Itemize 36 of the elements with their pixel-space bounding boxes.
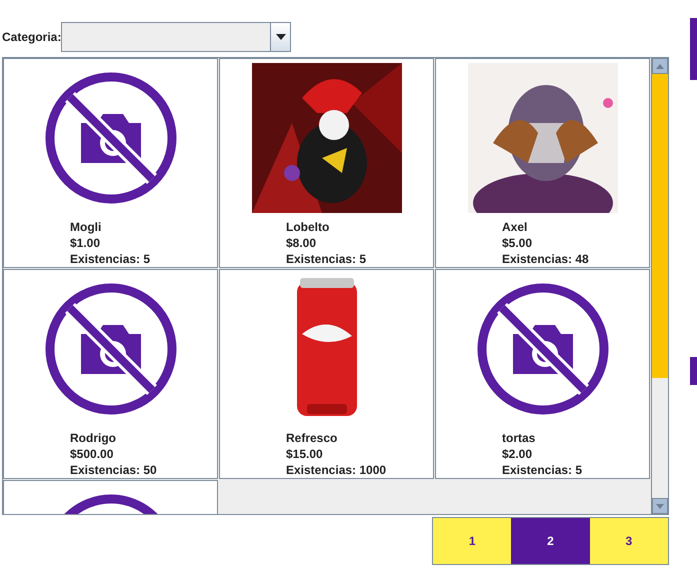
down-arrow-icon xyxy=(656,504,664,508)
product-stock: Existencias: 5 xyxy=(286,251,366,267)
product-price: $2.00 xyxy=(502,446,532,462)
page-button[interactable]: 3 xyxy=(590,518,668,564)
category-label: Categoria: xyxy=(2,28,62,46)
product-price: $500.00 xyxy=(70,446,114,462)
page-button[interactable]: 1 xyxy=(433,518,512,564)
product-card[interactable]: Axel $5.00 Existencias: 48 xyxy=(435,58,650,268)
product-name: Lobelto xyxy=(286,219,330,235)
product-name: Mogli xyxy=(70,219,102,235)
product-card[interactable]: Mogli $1.00 Existencias: 5 xyxy=(3,58,218,268)
up-arrow-icon xyxy=(656,64,664,68)
page-button[interactable]: 2 xyxy=(511,518,590,564)
product-card[interactable]: Refresco $15.00 Existencias: 1000 xyxy=(219,269,434,479)
product-card[interactable]: Lobelto $8.00 Existencias: 5 xyxy=(219,58,434,268)
scrollbar[interactable] xyxy=(651,58,668,514)
category-dropdown[interactable] xyxy=(61,22,292,52)
caret-icon xyxy=(276,34,286,40)
product-price: $1.00 xyxy=(70,235,100,251)
scroll-up-button[interactable] xyxy=(652,58,668,74)
scroll-thumb[interactable] xyxy=(652,74,668,378)
product-price: $8.00 xyxy=(286,235,316,251)
product-stock: Existencias: 1000 xyxy=(286,462,386,478)
product-card[interactable]: Rodrigo $500.00 Existencias: 50 xyxy=(3,269,218,479)
product-card[interactable]: tortas $2.00 Existencias: 5 xyxy=(435,269,650,479)
product-stock: Existencias: 50 xyxy=(70,462,157,478)
product-stock: Existencias: 5 xyxy=(70,251,150,267)
product-name: tortas xyxy=(502,430,536,446)
product-price: $5.00 xyxy=(502,235,532,251)
product-name: Rodrigo xyxy=(70,430,116,446)
product-stock: Existencias: 5 xyxy=(502,462,582,478)
scroll-down-button[interactable] xyxy=(652,498,668,514)
product-price: $15.00 xyxy=(286,446,323,462)
product-name: Axel xyxy=(502,219,528,235)
product-stock: Existencias: 48 xyxy=(502,251,589,267)
product-name: Refresco xyxy=(286,430,338,446)
